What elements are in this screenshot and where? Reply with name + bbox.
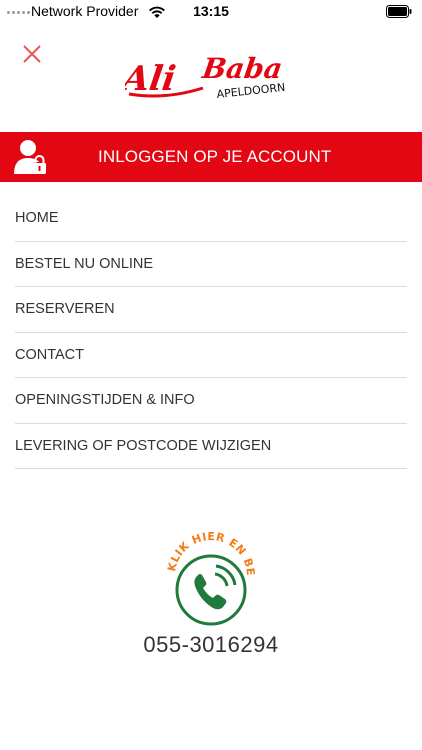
login-account-button[interactable]: INLOGGEN OP JE ACCOUNT: [0, 132, 422, 182]
menu-item-order-online[interactable]: BESTEL NU ONLINE: [15, 242, 407, 287]
call-block: KLIK HIER EN BEL 055-3016294: [0, 530, 422, 660]
call-button[interactable]: KLIK HIER EN BEL: [165, 530, 257, 628]
svg-text:Baba: Baba: [199, 52, 284, 85]
menu-item-reserve[interactable]: RESERVEREN: [15, 287, 407, 333]
alibaba-logo: Ali Baba APELDOORN: [125, 52, 286, 101]
main-menu: HOME BESTEL NU ONLINE RESERVEREN CONTACT…: [15, 196, 407, 469]
login-label: INLOGGEN OP JE ACCOUNT: [98, 147, 332, 166]
status-bar: Network Provider 13:15: [0, 0, 422, 24]
phone-number[interactable]: 055-3016294: [0, 632, 422, 658]
menu-item-contact[interactable]: CONTACT: [15, 333, 407, 378]
phone-icon: [194, 564, 237, 610]
call-tagline: KLIK HIER EN BEL: [165, 530, 257, 577]
clock: 13:15: [193, 3, 229, 19]
svg-text:KLIK HIER EN BEL: KLIK HIER EN BEL: [165, 530, 257, 577]
menu-item-change-delivery[interactable]: LEVERING OF POSTCODE WIJZIGEN: [15, 424, 407, 469]
close-button[interactable]: [18, 40, 46, 68]
battery-icon: [386, 5, 412, 18]
user-lock-icon: [14, 140, 46, 174]
menu-item-opening-hours[interactable]: OPENINGSTIJDEN & INFO: [15, 378, 407, 424]
menu-item-home[interactable]: HOME: [15, 196, 407, 242]
svg-text:Ali: Ali: [125, 59, 178, 99]
close-icon: [23, 45, 41, 63]
